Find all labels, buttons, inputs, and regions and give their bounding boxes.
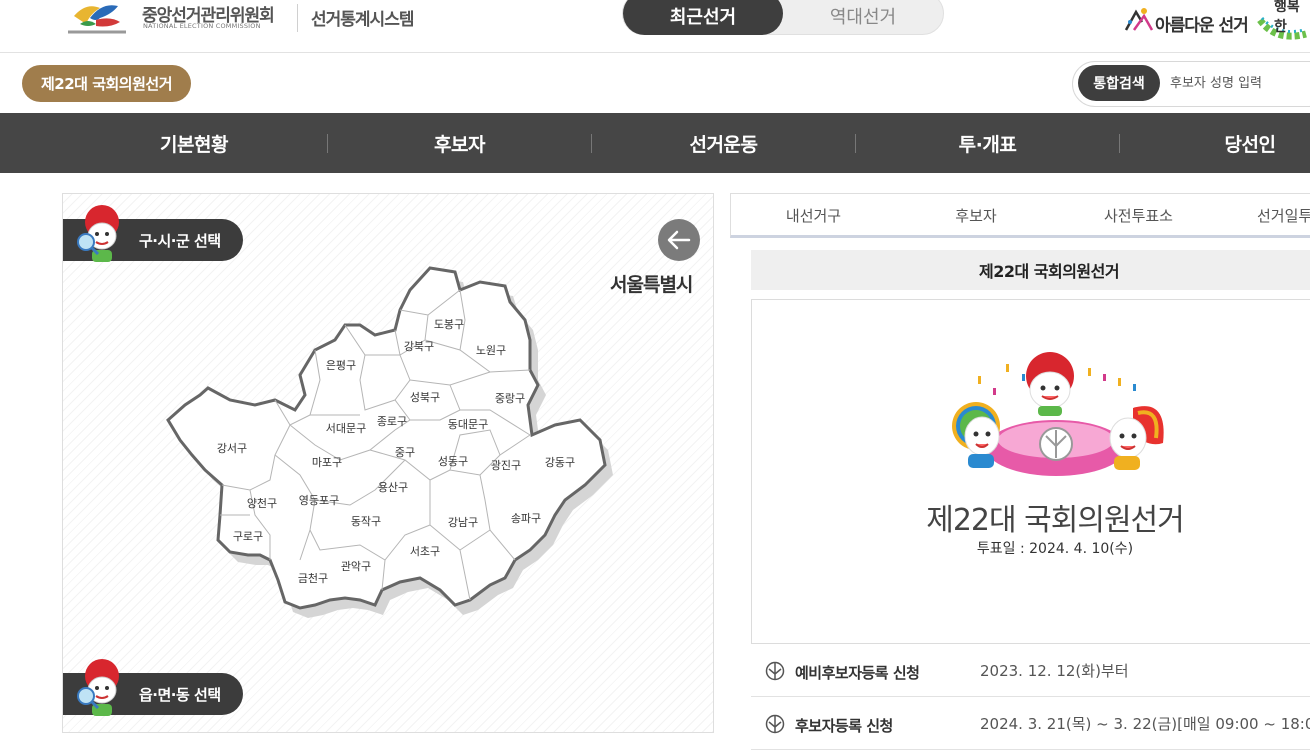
right-tab-bar: 내선거구 후보자 사전투표소 선거일투: [730, 193, 1310, 238]
arrow-left-icon: [667, 230, 691, 250]
district-label: 용산구: [378, 481, 408, 494]
district-label: 강북구: [404, 340, 434, 353]
district-label: 구로구: [233, 530, 263, 543]
district-label: 강동구: [545, 456, 575, 469]
nec-emblem-icon[interactable]: [66, 0, 130, 36]
nav-item-candidates[interactable]: 후보자: [328, 113, 591, 173]
tab-past-election[interactable]: 역대선거: [783, 0, 943, 35]
campaign-logo-icon: [1124, 8, 1154, 31]
nav-item-voting-counting[interactable]: 투·개표: [856, 113, 1119, 173]
tab-my-district[interactable]: 내선거구: [731, 194, 896, 236]
district-label: 성북구: [410, 391, 440, 404]
mascot-magnifier-icon: [77, 659, 119, 716]
logo-divider: [297, 4, 298, 32]
ballot-stamp-icon: [765, 714, 785, 734]
district-label: 중랑구: [495, 392, 525, 405]
district-label: 강서구: [217, 442, 247, 455]
tab-recent-election[interactable]: 최근선거: [623, 0, 783, 35]
city-name: 서울특별시: [610, 274, 693, 296]
org-name-en: NATIONAL ELECTION COMMISSION: [143, 22, 261, 30]
schedule-value: 2024. 3. 21(목) ~ 3. 22(금)[매일 09:00 ~ 18:…: [980, 715, 1310, 733]
header: 중앙선거관리위원회 NATIONAL ELECTION COMMISSION 선…: [0, 0, 1310, 53]
tab-early-voting-place[interactable]: 사전투표소: [1056, 194, 1221, 236]
district-label: 중구: [395, 446, 415, 459]
district-label: 강남구: [448, 516, 478, 529]
schedule-value: 2023. 12. 12(화)부터: [980, 662, 1129, 680]
election-name: 제22대 국회의원선거: [926, 503, 1185, 538]
district-label: 서대문구: [326, 422, 366, 435]
election-mascots-icon: [952, 352, 1164, 476]
district-label: 은평구: [326, 359, 356, 372]
election-title-bar: 제22대 국회의원선거: [751, 250, 1310, 290]
district-label: 마포구: [312, 456, 342, 469]
district-label: 종로구: [377, 415, 407, 428]
campaign-text: 아름다운 선거: [1155, 16, 1249, 36]
district-label: 송파구: [511, 512, 541, 525]
district-label: 영등포구: [299, 494, 339, 507]
mascot-magnifier-icon: [77, 205, 119, 262]
nav-item-campaign[interactable]: 선거운동: [592, 113, 855, 173]
district-label: 양천구: [247, 496, 277, 510]
district-label: 동대문구: [448, 418, 488, 431]
ballot-stamp-icon: [765, 661, 785, 681]
candidate-search-input[interactable]: [1170, 70, 1310, 96]
integrated-search-button[interactable]: 통합검색: [1078, 65, 1160, 101]
district-label: 노원구: [476, 344, 506, 357]
schedule-label: 예비후보자등록 신청: [795, 664, 920, 682]
nav-item-basic-status[interactable]: 기본현황: [60, 113, 328, 173]
district-label: 동작구: [351, 515, 381, 528]
schedule-row: 후보자등록 신청 2024. 3. 21(목) ~ 3. 22(금)[매일 09…: [751, 698, 1310, 750]
district-label: 서초구: [410, 545, 440, 558]
system-title[interactable]: 선거통계시스템: [311, 5, 414, 30]
schedule-label: 후보자등록 신청: [795, 717, 893, 735]
district-label: 성동구: [438, 455, 468, 468]
tab-candidates[interactable]: 후보자: [896, 194, 1056, 236]
back-button[interactable]: [658, 219, 700, 261]
district-label: 관악구: [341, 560, 371, 573]
schedule-row: 예비후보자등록 신청 2023. 12. 12(화)부터: [751, 645, 1310, 697]
campaign-side-text: 행복한: [1274, 0, 1300, 35]
district-label: 도봉구: [434, 318, 464, 331]
district-label: 광진구: [491, 459, 521, 472]
main-nav: 기본현황 후보자 선거운동 투·개표 당선인: [0, 113, 1310, 173]
district-label: 금천구: [298, 571, 328, 585]
nav-item-elected[interactable]: 당선인: [1120, 113, 1310, 173]
election-badge[interactable]: 제22대 국회의원선거: [22, 65, 191, 102]
seoul-district-map[interactable]: 도봉구 강북구 노원구 은평구 성북구 중랑구 종로구 서대문구 동대문구 중구…: [160, 260, 620, 640]
vote-date: 투표일 : 2024. 4. 10(수): [976, 541, 1134, 557]
tab-election-day-place[interactable]: 선거일투: [1221, 194, 1310, 236]
